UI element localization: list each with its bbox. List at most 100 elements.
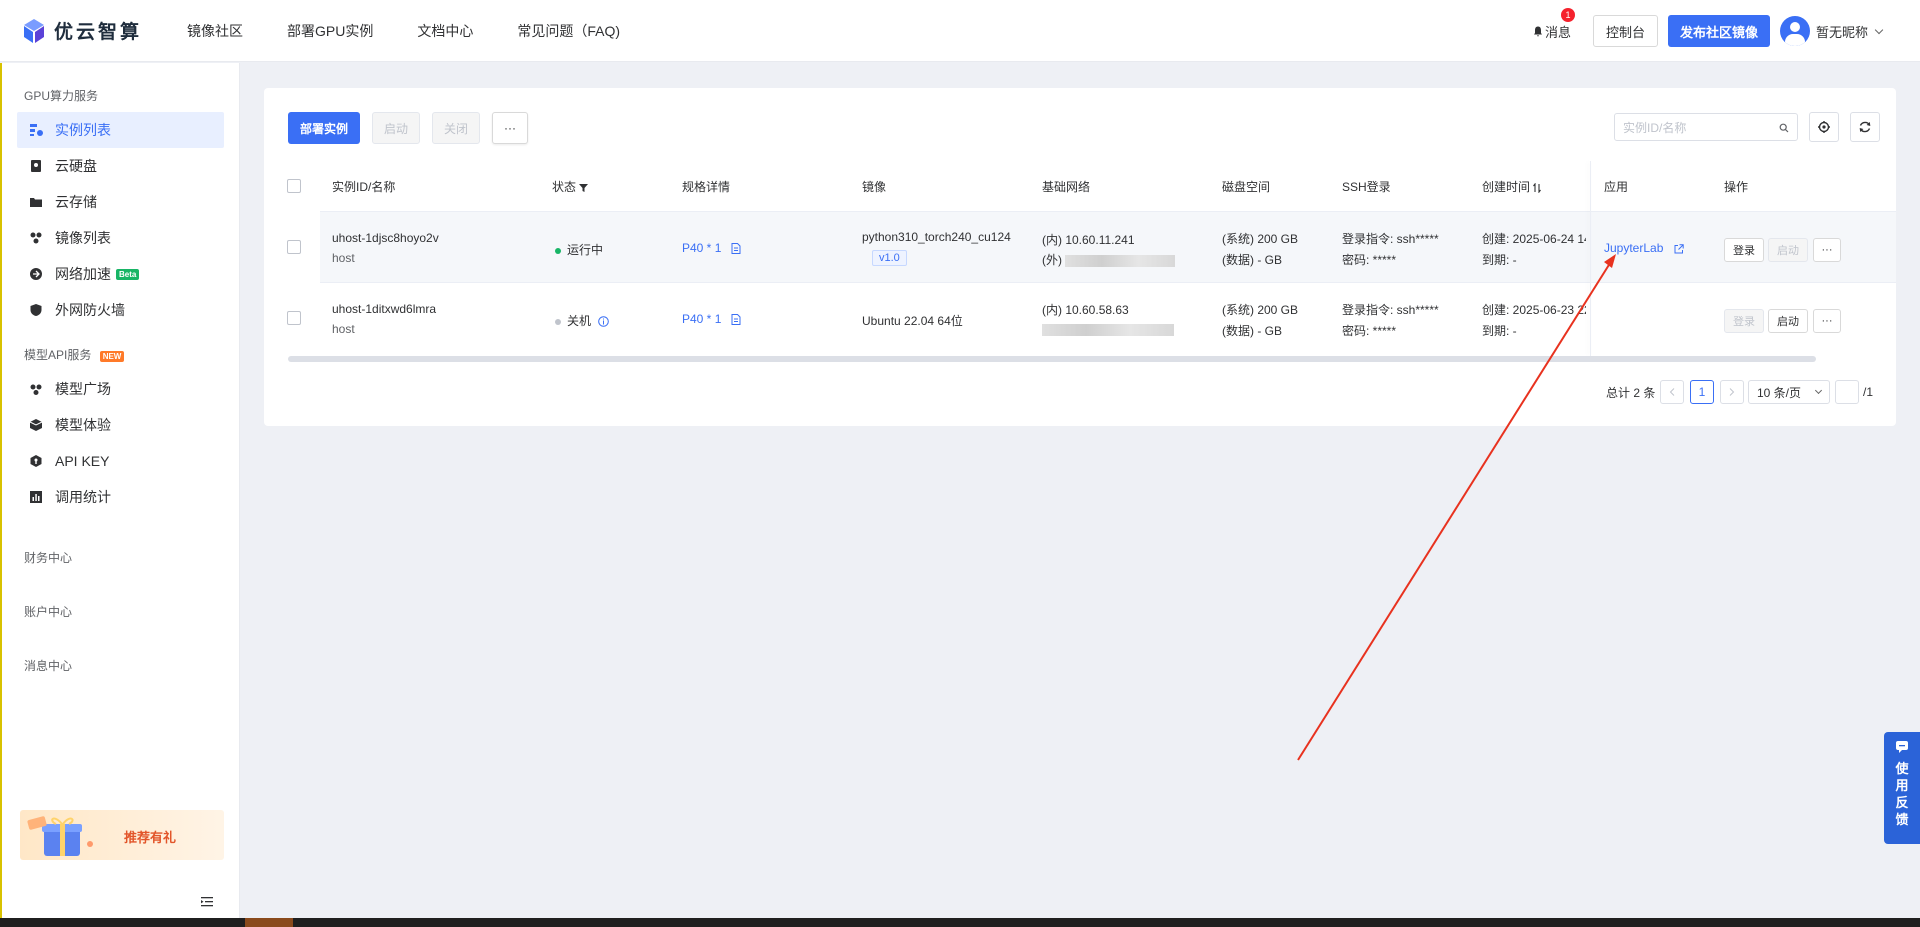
prev-page-button[interactable] xyxy=(1660,380,1684,404)
page-1-button[interactable]: 1 xyxy=(1690,380,1714,404)
sidebar: GPU算力服务 实例列表 云硬盘 云存储 镜像列表 网络加速 Beta 外网防火… xyxy=(0,63,240,927)
promo-text: 推荐有礼 xyxy=(124,830,177,845)
col-header-network: 基础网络 xyxy=(1042,180,1091,194)
instance-id[interactable]: uhost-1djsc8hoyo2v xyxy=(332,231,439,245)
start-button[interactable]: 启动 xyxy=(372,112,420,144)
taskbar-app[interactable] xyxy=(245,918,293,927)
redacted-ip xyxy=(1065,254,1176,267)
brand-logo[interactable]: 优云智算 xyxy=(20,17,165,45)
start-instance-button[interactable]: 启动 xyxy=(1768,238,1808,262)
sidebar-item-label: 模型体验 xyxy=(55,417,111,433)
logo-mark-icon xyxy=(24,18,44,43)
status-label: 运行中 xyxy=(567,243,604,257)
nav-docs[interactable]: 文档中心 xyxy=(417,21,473,41)
sidebar-item-label: 云存储 xyxy=(55,194,97,210)
next-page-button[interactable] xyxy=(1720,380,1744,404)
messages-button[interactable]: 消息 1 xyxy=(1533,7,1575,41)
sidebar-item-instance-list[interactable]: 实例列表 xyxy=(17,112,224,148)
top-navbar: 优云智算 镜像社区 部署GPU实例 文档中心 常见问题（FAQ) 消息 1 控制… xyxy=(0,0,1920,62)
sidebar-item-label: 镜像列表 xyxy=(55,230,111,246)
row-checkbox[interactable] xyxy=(287,311,301,325)
chevron-left-icon xyxy=(1669,388,1675,396)
page-size-select[interactable]: 10 条/页 xyxy=(1748,380,1830,404)
nav-mirror-community[interactable]: 镜像社区 xyxy=(187,21,243,41)
stop-button[interactable]: 关闭 xyxy=(432,112,480,144)
sidebar-item-network-accel[interactable]: 网络加速 Beta xyxy=(17,256,224,292)
search-input[interactable]: 实例ID/名称 xyxy=(1614,113,1798,141)
login-button[interactable]: 登录 xyxy=(1724,309,1764,333)
sidebar-item-cloud-disk[interactable]: 云硬盘 xyxy=(17,148,224,184)
sidebar-item-label: 实例列表 xyxy=(55,122,111,138)
select-all-checkbox[interactable] xyxy=(287,179,301,193)
row-more-button[interactable]: ··· xyxy=(1813,238,1841,262)
network-external xyxy=(1042,322,1174,336)
sidebar-item-model-square[interactable]: 模型广场 xyxy=(17,371,224,407)
info-icon[interactable] xyxy=(598,316,610,328)
sidebar-message-center[interactable]: 消息中心 xyxy=(2,657,239,674)
network-internal: (内) 10.60.11.241 xyxy=(1042,233,1135,247)
col-header-status[interactable]: 状态 xyxy=(552,178,589,195)
status-running: 运行中 xyxy=(555,241,603,258)
user-menu[interactable]: 暂无昵称 xyxy=(1779,16,1884,46)
ssh-password[interactable]: 密码: ***** xyxy=(1342,251,1396,268)
key-icon xyxy=(30,455,42,467)
nav-faq[interactable]: 常见问题（FAQ) xyxy=(517,21,620,41)
console-button[interactable]: 控制台 xyxy=(1592,15,1658,47)
status-dot xyxy=(555,247,561,254)
gift-icon xyxy=(27,816,93,856)
sidebar-item-cloud-storage[interactable]: 云存储 xyxy=(17,184,224,220)
refresh-button[interactable] xyxy=(1850,112,1880,142)
ssh-command[interactable]: 登录指令: ssh***** xyxy=(1342,230,1439,247)
jupyterlab-link[interactable]: JupyterLab xyxy=(1604,241,1684,255)
sidebar-finance-center[interactable]: 财务中心 xyxy=(2,549,239,566)
ssh-command[interactable]: 登录指令: ssh***** xyxy=(1342,301,1439,318)
settings-button[interactable] xyxy=(1809,112,1839,142)
sidebar-item-model-trial[interactable]: 模型体验 xyxy=(17,407,224,443)
publish-image-button[interactable]: 发布社区镜像 xyxy=(1667,15,1770,47)
network-internal: (内) 10.60.58.63 xyxy=(1042,303,1129,317)
chevron-right-icon xyxy=(1729,388,1735,396)
collapse-menu-icon[interactable] xyxy=(200,895,214,909)
horizontal-scrollbar[interactable] xyxy=(288,356,1816,362)
sidebar-section-model: 模型API服务 NEW xyxy=(2,346,239,363)
sidebar-item-firewall[interactable]: 外网防火墙 xyxy=(17,292,224,328)
spec-detail-link[interactable]: P40 * 1 xyxy=(682,312,741,326)
sidebar-item-label: 外网防火墙 xyxy=(55,302,125,318)
sort-icon[interactable] xyxy=(1533,182,1542,194)
sidebar-item-api-key[interactable]: API KEY xyxy=(17,443,224,479)
login-button[interactable]: 登录 xyxy=(1724,238,1764,262)
message-count-badge: 1 xyxy=(1560,7,1575,22)
row-more-button[interactable]: ··· xyxy=(1813,309,1841,333)
bell-icon xyxy=(1533,26,1542,37)
redacted-ip xyxy=(1042,323,1174,336)
feedback-tab[interactable]: 使 用 反 馈 xyxy=(1884,732,1920,844)
sidebar-item-image-list[interactable]: 镜像列表 xyxy=(17,220,224,256)
referral-promo-banner[interactable]: 推荐有礼 xyxy=(20,810,224,860)
nav-deploy-gpu[interactable]: 部署GPU实例 xyxy=(287,21,373,41)
pagination-total: 总计 2 条 xyxy=(1606,385,1656,400)
deploy-instance-button[interactable]: 部署实例 xyxy=(288,112,360,144)
user-name: 暂无昵称 xyxy=(1815,24,1868,40)
ssh-password[interactable]: 密码: ***** xyxy=(1342,322,1396,339)
bar-chart-icon xyxy=(30,491,42,503)
instance-id[interactable]: uhost-1ditxwd6lmra xyxy=(332,302,436,316)
page-jump-input[interactable] xyxy=(1835,380,1859,404)
feedback-char: 使 xyxy=(1895,761,1909,776)
row-checkbox[interactable] xyxy=(287,240,301,254)
col-header-created-label: 创建时间 xyxy=(1482,180,1531,194)
model-square-icon xyxy=(30,384,42,395)
page-size-label: 10 条/页 xyxy=(1757,385,1802,400)
col-header-spec: 规格详情 xyxy=(682,180,731,194)
col-header-status-label: 状态 xyxy=(552,180,577,194)
sidebar-item-label: 模型广场 xyxy=(55,381,111,397)
feedback-char: 馈 xyxy=(1895,812,1909,827)
sidebar-account-center[interactable]: 账户中心 xyxy=(2,603,239,620)
start-instance-button[interactable]: 启动 xyxy=(1768,309,1808,333)
col-header-created[interactable]: 创建时间 xyxy=(1482,178,1542,195)
more-actions-button[interactable]: ··· xyxy=(492,112,528,144)
sidebar-item-usage-stats[interactable]: 调用统计 xyxy=(17,479,224,515)
spec-detail-link[interactable]: P40 * 1 xyxy=(682,241,741,255)
chevron-down-icon xyxy=(1874,25,1884,34)
filter-icon[interactable] xyxy=(579,183,589,193)
disk-system: (系统) 200 GB xyxy=(1222,232,1299,246)
